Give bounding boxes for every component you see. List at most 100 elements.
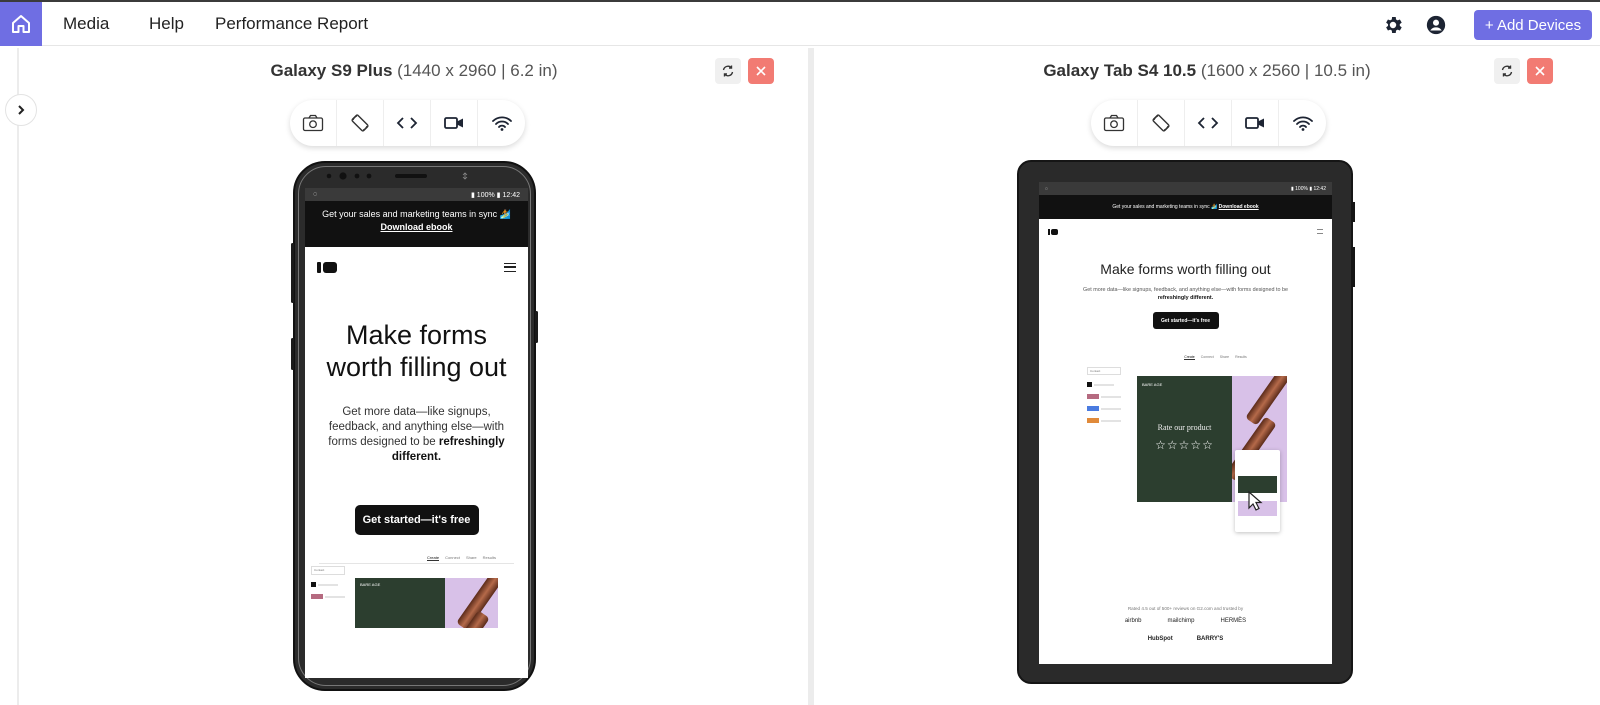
tab-create[interactable]: Create	[427, 555, 440, 561]
promo-text: Get your sales and marketing teams in sy…	[322, 209, 511, 219]
tablet-frame: ◌ ▮ 100% ▮ 12:42 Get your sales and mark…	[1017, 160, 1355, 684]
rating-stars: ☆☆☆☆☆	[1155, 438, 1214, 452]
record-video-button[interactable]	[431, 100, 478, 146]
rate-product-text: Rate our product	[1157, 423, 1212, 432]
devtools-button[interactable]	[1185, 100, 1232, 146]
gear-icon[interactable]	[1382, 14, 1404, 36]
promo-link[interactable]: Download ebook	[381, 222, 453, 232]
network-button[interactable]	[478, 100, 525, 146]
promo-banner: Get your sales and marketing teams in sy…	[305, 201, 528, 247]
battery-percent: 100%	[1295, 185, 1308, 192]
promo-text: Get your sales and marketing teams in sy…	[1112, 204, 1218, 210]
sync-icon	[1501, 65, 1513, 77]
record-video-button[interactable]	[1232, 100, 1279, 146]
feature-tabs: Create Connect Share Results	[1039, 355, 1332, 360]
device-spec: (1600 x 2560 | 10.5 in)	[1200, 61, 1371, 80]
feature-tabs: Create Connect Share Results	[305, 555, 528, 561]
product-preview: Contact BARE AGE Rate our product ☆☆☆☆☆	[1087, 362, 1287, 547]
nav-help[interactable]: Help	[149, 14, 184, 34]
typeform-logo[interactable]	[1048, 228, 1058, 235]
nav-media[interactable]: Media	[63, 14, 109, 34]
get-started-button[interactable]: Get started—it's free	[354, 505, 479, 535]
battery-icon: ▮	[496, 191, 501, 199]
top-bar: Media Help Performance Report + Add Devi…	[0, 0, 1600, 46]
video-camera-icon	[1245, 117, 1264, 129]
network-button[interactable]	[1279, 100, 1326, 146]
tab-connect[interactable]: Connect	[445, 555, 460, 561]
product-preview: Contact BARE AGE	[305, 564, 528, 628]
hamburger-menu-icon[interactable]	[1317, 229, 1323, 234]
status-bar: ◌ ▮ 100% ▮ 12:42	[305, 188, 528, 201]
tab-share[interactable]: Share	[1220, 355, 1229, 360]
sync-icon	[722, 65, 734, 77]
camera-icon	[302, 114, 324, 132]
refresh-device-button[interactable]	[1494, 58, 1520, 84]
home-icon	[12, 15, 30, 33]
screenshot-button[interactable]	[1091, 100, 1138, 146]
screen-rotation-icon	[1152, 114, 1170, 132]
tab-share[interactable]: Share	[466, 555, 477, 561]
close-icon	[1535, 66, 1545, 76]
rotate-button[interactable]	[1138, 100, 1185, 146]
remove-device-button[interactable]	[1527, 58, 1553, 84]
code-icon	[1197, 117, 1219, 129]
promo-banner: Get your sales and marketing teams in sy…	[1039, 195, 1332, 219]
device-title: Galaxy S9 Plus (1440 x 2960 | 6.2 in)	[20, 61, 808, 81]
tablet-screen[interactable]: ◌ ▮ 100% ▮ 12:42 Get your sales and mark…	[1039, 182, 1332, 664]
tab-results[interactable]: Results	[483, 555, 496, 561]
cursor-icon	[1248, 490, 1263, 511]
barrys-logo: BARRY'S	[1196, 636, 1224, 642]
client-logos-row2: HubSpot BARRY'S	[1039, 636, 1332, 642]
loading-icon: ◌	[1045, 185, 1048, 192]
typeform-logo[interactable]	[317, 261, 337, 273]
hero-subtitle: Get more data—like signups, feedback, an…	[1083, 287, 1288, 301]
signal-icon: ▮	[1290, 185, 1294, 192]
left-rail	[17, 48, 19, 705]
code-icon	[396, 117, 418, 129]
preview-select: Contact	[311, 566, 345, 575]
screen-rotation-icon	[351, 114, 369, 132]
hubspot-logo: HubSpot	[1147, 636, 1173, 642]
signal-icon: ▮	[470, 191, 475, 199]
wifi-icon	[491, 116, 512, 131]
hero-title: Make forms worth filling out	[326, 320, 507, 382]
video-camera-icon	[444, 117, 463, 129]
rated-text: Rated 4.5 out of 500+ reviews on G2.com …	[1127, 606, 1244, 611]
rotate-button[interactable]	[337, 100, 384, 146]
screenshot-button[interactable]	[290, 100, 337, 146]
promo-link[interactable]: Download ebook	[1219, 204, 1259, 210]
devtools-button[interactable]	[384, 100, 431, 146]
tab-connect[interactable]: Connect	[1201, 355, 1214, 360]
preview-select: Contact	[1087, 367, 1121, 375]
add-devices-button[interactable]: + Add Devices	[1474, 10, 1592, 40]
preview-card: BARE AGE	[355, 578, 445, 628]
phone-sensors	[326, 172, 468, 180]
home-button[interactable]	[0, 2, 42, 46]
clock: 12:42	[502, 191, 520, 199]
loading-icon: ◌	[313, 191, 318, 198]
airbnb-logo: airbnb	[1124, 618, 1142, 624]
camera-icon	[1103, 114, 1125, 132]
device-name: Galaxy Tab S4 10.5	[1043, 61, 1197, 80]
close-icon	[756, 66, 766, 76]
remove-device-button[interactable]	[748, 58, 774, 84]
hero-title: Make forms worth filling out	[1100, 261, 1271, 277]
preview-card: BARE AGE Rate our product ☆☆☆☆☆	[1137, 376, 1232, 502]
tab-results[interactable]: Results	[1235, 355, 1247, 360]
hero-subtitle: Get more data—like signups, feedback, an…	[328, 406, 505, 463]
phone-screen[interactable]: ◌ ▮ 100% ▮ 12:42 Get your sales and mark…	[305, 188, 528, 678]
device-panel-galaxy-tab-s4: Galaxy Tab S4 10.5 (1600 x 2560 | 10.5 i…	[814, 48, 1600, 705]
account-icon[interactable]	[1425, 14, 1447, 36]
hamburger-menu-icon[interactable]	[504, 262, 516, 272]
device-title: Galaxy Tab S4 10.5 (1600 x 2560 | 10.5 i…	[814, 61, 1600, 81]
refresh-device-button[interactable]	[715, 58, 741, 84]
tab-create[interactable]: Create	[1184, 355, 1195, 360]
nav-performance-report[interactable]: Performance Report	[215, 14, 368, 34]
get-started-button[interactable]: Get started—it's free	[1152, 312, 1219, 329]
client-logos-row1: airbnb mailchimp HERMÈS	[1039, 618, 1332, 624]
device-toolbar	[290, 100, 525, 146]
device-panel-galaxy-s9-plus: Galaxy S9 Plus (1440 x 2960 | 6.2 in) ◌ …	[20, 48, 808, 705]
battery-icon: ▮	[1309, 185, 1313, 192]
battery-percent: 100%	[476, 191, 495, 199]
device-name: Galaxy S9 Plus	[270, 61, 393, 80]
